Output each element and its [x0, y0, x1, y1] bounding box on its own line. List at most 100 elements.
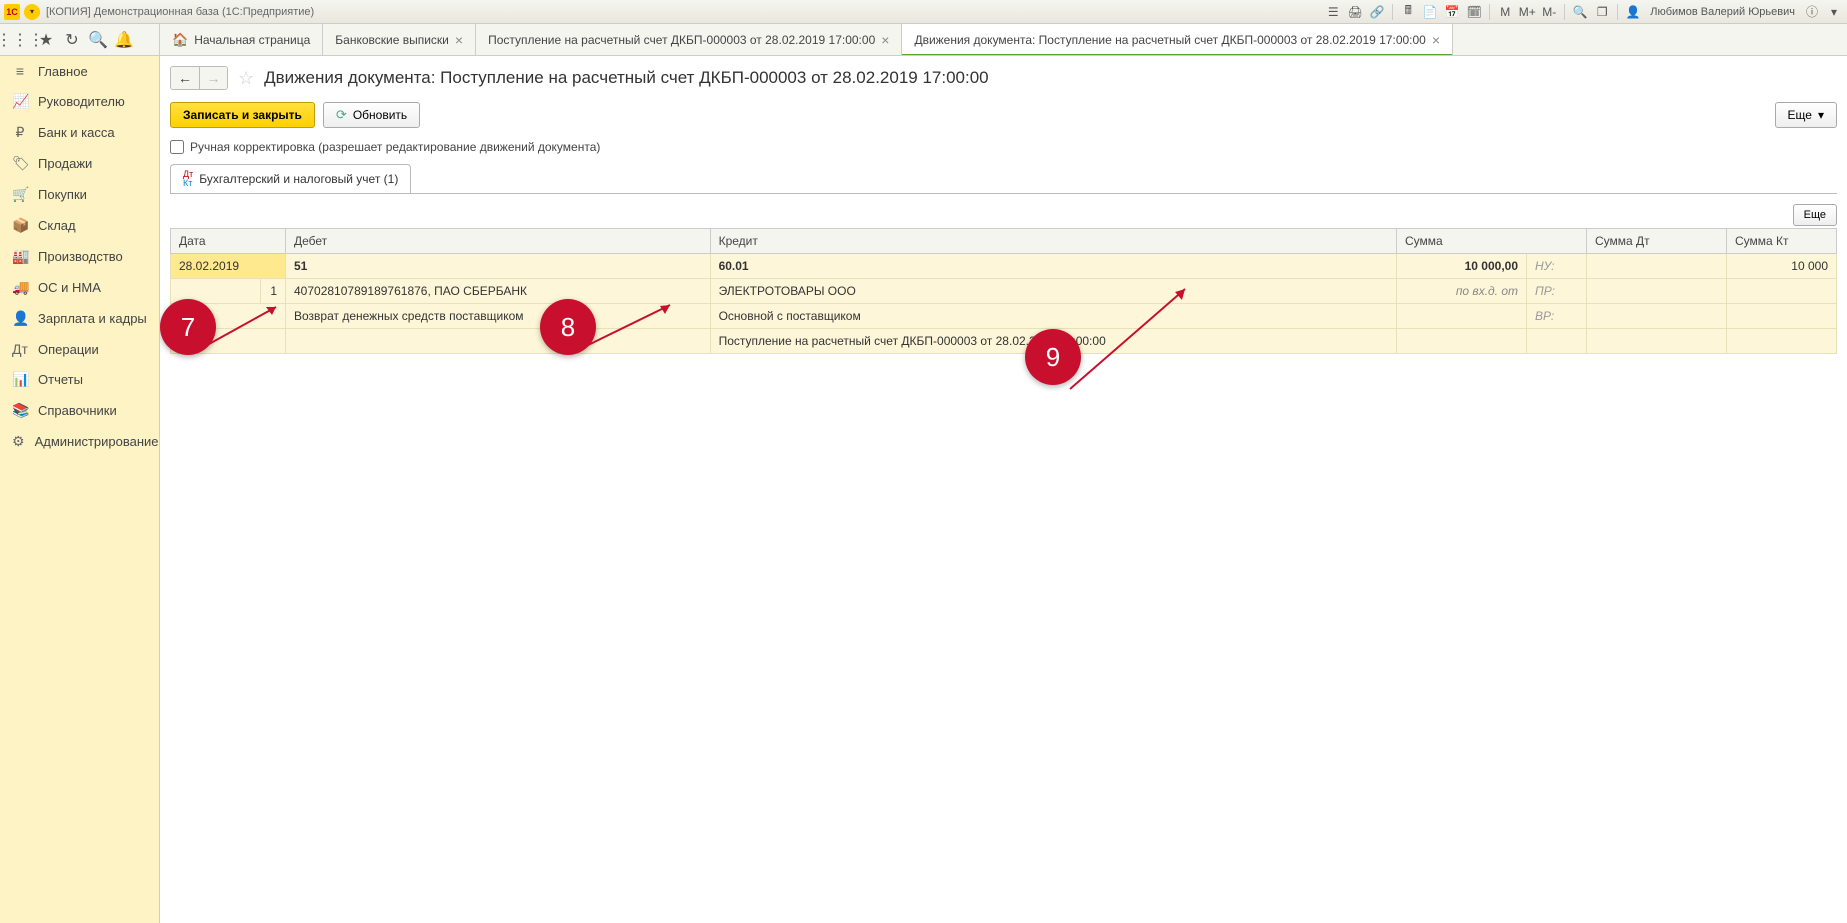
sidebar-item-refs[interactable]: 📚 Справочники: [0, 395, 159, 426]
cell-empty: [1587, 304, 1727, 329]
gear-icon: ⚙: [12, 433, 25, 450]
zoom-icon[interactable]: 🔍: [1571, 3, 1589, 21]
cell-debit-sub1: 40702810789189761876, ПАО СБЕРБАНК: [286, 279, 711, 304]
table-row[interactable]: Возврат денежных средств поставщиком Осн…: [171, 304, 1837, 329]
sidebar-label: Зарплата и кадры: [38, 311, 147, 326]
toolbar-icon[interactable]: ☰: [1324, 3, 1342, 21]
calc-icon[interactable]: 🖩: [1399, 3, 1417, 21]
close-icon[interactable]: ×: [1432, 32, 1440, 48]
history-icon[interactable]: ↻: [60, 28, 84, 52]
bell-icon[interactable]: 🔔: [112, 28, 136, 52]
sidebar-label: Склад: [38, 218, 76, 233]
chart-icon: 📈: [12, 93, 28, 110]
user-name[interactable]: Любимов Валерий Юрьевич: [1646, 6, 1799, 18]
link-icon[interactable]: 🔗: [1368, 3, 1386, 21]
col-date[interactable]: Дата: [171, 229, 286, 254]
sidebar-label: Продажи: [38, 156, 92, 171]
refresh-label: Обновить: [353, 108, 407, 122]
tab-label: Поступление на расчетный счет ДКБП-00000…: [488, 33, 875, 47]
save-close-button[interactable]: Записать и закрыть: [170, 102, 315, 128]
col-sum-dt[interactable]: Сумма Дт: [1587, 229, 1727, 254]
sidebar-item-bank[interactable]: ₽Банк и касса: [0, 117, 159, 148]
dtkt-icon: ДтКт: [183, 170, 193, 188]
close-icon[interactable]: ×: [881, 32, 889, 48]
sidebar-label: Руководителю: [38, 94, 125, 109]
date-icon[interactable]: 🗓: [1465, 3, 1483, 21]
m-plus-icon[interactable]: M+: [1518, 3, 1536, 21]
close-icon[interactable]: ×: [455, 32, 463, 48]
m-minus-icon[interactable]: M-: [1540, 3, 1558, 21]
manual-edit-checkbox[interactable]: [170, 140, 184, 154]
refresh-button[interactable]: ⟳ Обновить: [323, 102, 420, 128]
table-header-row: Дата Дебет Кредит Сумма Сумма Дт Сумма К…: [171, 229, 1837, 254]
accounting-tab[interactable]: ДтКт Бухгалтерский и налоговый учет (1): [170, 164, 411, 193]
nav-buttons: ← →: [170, 66, 228, 90]
search-icon[interactable]: 🔍: [86, 28, 110, 52]
col-credit[interactable]: Кредит: [710, 229, 1396, 254]
sidebar: ≡Главное 📈 Руководителю ₽Банк и касса 🏷Пр…: [0, 56, 160, 923]
apps-icon[interactable]: ⋮⋮⋮: [8, 28, 32, 52]
sidebar-item-hr[interactable]: 👤Зарплата и кадры: [0, 303, 159, 334]
col-sum-kt[interactable]: Сумма Кт: [1727, 229, 1837, 254]
sidebar-label: Покупки: [38, 187, 87, 202]
sidebar-label: ОС и НМА: [38, 280, 101, 295]
home-icon: 🏠: [172, 32, 188, 48]
sidebar-item-reports[interactable]: 📊Отчеты: [0, 364, 159, 395]
more-button[interactable]: Еще ▾: [1775, 102, 1837, 128]
books-icon: 📚: [12, 402, 28, 419]
more-label: Еще: [1788, 108, 1812, 122]
cell-sum-kt: 10 000: [1727, 254, 1837, 279]
sidebar-item-main[interactable]: ≡Главное: [0, 56, 159, 86]
sidebar-label: Операции: [38, 342, 99, 357]
tab-receipt[interactable]: Поступление на расчетный счет ДКБП-00000…: [476, 24, 902, 55]
col-sum[interactable]: Сумма: [1397, 229, 1587, 254]
nav-forward-button[interactable]: →: [199, 67, 227, 89]
table-row[interactable]: 28.02.2019 51 60.01 10 000,00 НУ: 10 000: [171, 254, 1837, 279]
sidebar-item-production[interactable]: 🏭Производство: [0, 241, 159, 272]
manual-edit-label: Ручная корректировка (разрешает редактир…: [190, 140, 600, 154]
menu-dd-icon[interactable]: ▾: [1825, 3, 1843, 21]
tab-label: Движения документа: Поступление на расче…: [914, 33, 1425, 47]
table-row[interactable]: 1 40702810789189761876, ПАО СБЕРБАНК ЭЛЕ…: [171, 279, 1837, 304]
table-row[interactable]: Поступление на расчетный счет ДКБП-00000…: [171, 329, 1837, 354]
cell-empty: [1397, 304, 1527, 329]
info-icon[interactable]: ⓘ: [1803, 3, 1821, 21]
sidebar-item-warehouse[interactable]: 📦Склад: [0, 210, 159, 241]
tab-home[interactable]: 🏠 Начальная страница: [160, 24, 323, 55]
cell-credit-sub2: Основной с поставщиком: [710, 304, 1396, 329]
page-title: Движения документа: Поступление на расче…: [264, 68, 989, 88]
tab-movements[interactable]: Движения документа: Поступление на расче…: [902, 24, 1453, 55]
cell-empty: [1727, 329, 1837, 354]
dropdown-icon[interactable]: ▾: [24, 4, 40, 20]
cell-n: 1: [261, 279, 286, 304]
cell-empty: [286, 329, 711, 354]
table-more-button[interactable]: Еще: [1793, 204, 1837, 226]
star-icon[interactable]: ★: [34, 28, 58, 52]
sidebar-label: Главное: [38, 64, 88, 79]
sidebar-item-purchases[interactable]: 🛒Покупки: [0, 179, 159, 210]
m-icon[interactable]: M: [1496, 3, 1514, 21]
tab-bank-statements[interactable]: Банковские выписки ×: [323, 24, 476, 55]
sidebar-item-admin[interactable]: ⚙Администрирование: [0, 426, 159, 457]
cell-empty: [171, 304, 286, 329]
cell-credit-sub1: ЭЛЕКТРОТОВАРЫ ООО: [710, 279, 1396, 304]
sidebar-item-operations[interactable]: ДтОперации: [0, 334, 159, 364]
cell-date: 28.02.2019: [171, 254, 286, 279]
calendar-icon[interactable]: 📅: [1443, 3, 1461, 21]
favorite-star-icon[interactable]: ☆: [238, 68, 254, 89]
more-label: Еще: [1804, 209, 1826, 221]
tab-label: Банковские выписки: [335, 33, 449, 47]
print-icon[interactable]: 🖨: [1346, 3, 1364, 21]
window-icon[interactable]: ❐: [1593, 3, 1611, 21]
nav-back-button[interactable]: ←: [171, 67, 199, 89]
sidebar-item-manager[interactable]: 📈 Руководителю: [0, 86, 159, 117]
sidebar-label: Производство: [38, 249, 123, 264]
tab-strip: 🏠 Начальная страница Банковские выписки …: [160, 24, 1847, 55]
sidebar-item-sales[interactable]: 🏷Продажи: [0, 148, 159, 179]
refresh-icon: ⟳: [336, 107, 347, 123]
col-debit[interactable]: Дебет: [286, 229, 711, 254]
sidebar-label: Справочники: [38, 403, 117, 418]
doc-icon[interactable]: 📄: [1421, 3, 1439, 21]
sidebar-item-assets[interactable]: 🚚ОС и НМА: [0, 272, 159, 303]
cell-empty: [1527, 329, 1587, 354]
